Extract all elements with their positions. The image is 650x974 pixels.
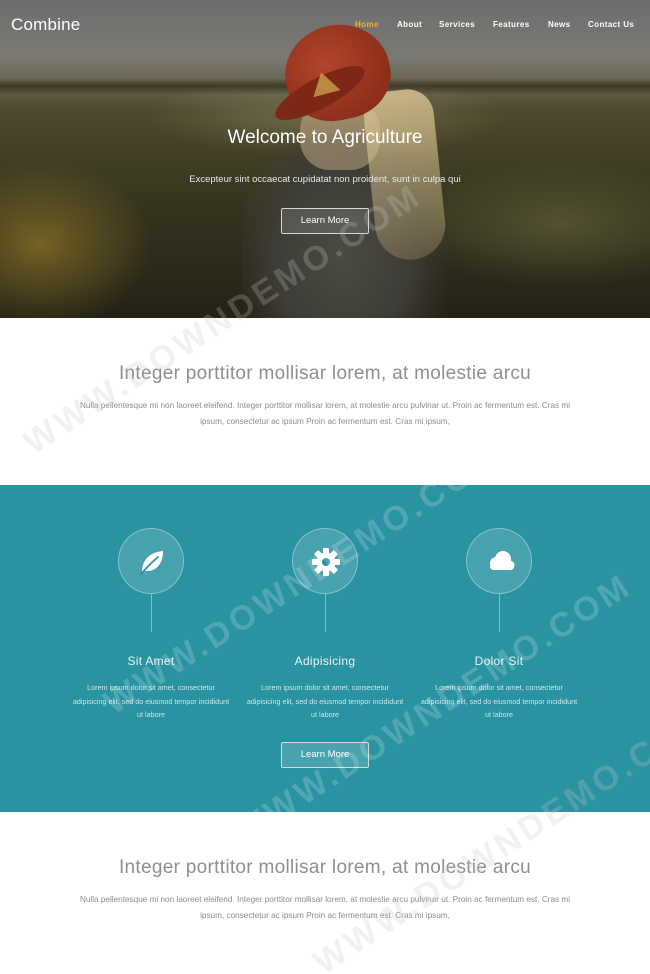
nav-contact-us[interactable]: Contact Us <box>588 20 634 29</box>
feature-title: Adipisicing <box>294 654 356 668</box>
brand-logo[interactable]: Combine <box>11 15 80 35</box>
nav-home[interactable]: Home <box>355 20 379 29</box>
features-learn-more-button[interactable]: Learn More <box>281 742 369 768</box>
feature-icon-circle <box>118 528 184 594</box>
nav-services[interactable]: Services <box>439 20 475 29</box>
feature-text: Lorem ipsum dolor sit amet, consectetur … <box>246 683 404 719</box>
nav-about[interactable]: About <box>397 20 422 29</box>
intro-title: Integer porttitor mollisar lorem, at mol… <box>118 363 532 384</box>
feature-connector-line <box>498 594 500 632</box>
feature-title: Dolor Sit <box>474 654 524 668</box>
nav-news[interactable]: News <box>548 20 571 29</box>
hero-subtitle: Excepteur sint occaecat cupidatat non pr… <box>189 174 461 185</box>
outro-text: Nulla pellentesque mi non laoreet eleife… <box>79 895 571 920</box>
features-section: Sit Amet Lorem ipsum dolor sit amet, con… <box>0 485 650 812</box>
feature-text: Lorem ipsum dolor sit amet, consectetur … <box>420 683 578 719</box>
hero-learn-more-button[interactable]: Learn More <box>281 208 369 234</box>
feature-icon-circle <box>292 528 358 594</box>
feature-connector-line <box>150 594 152 632</box>
hero-title: Welcome to Agriculture <box>227 127 423 148</box>
feature-connector-line <box>324 594 326 632</box>
hero-banner: Combine Home About Services Features New… <box>0 0 650 318</box>
outro-title: Integer porttitor mollisar lorem, at mol… <box>118 857 532 878</box>
nav-features[interactable]: Features <box>493 20 530 29</box>
intro-text: Nulla pellentesque mi non laoreet eleife… <box>79 401 571 426</box>
feature-icon-circle <box>466 528 532 594</box>
feature-title: Sit Amet <box>127 654 175 668</box>
feature-text: Lorem ipsum dolor sit amet, consectetur … <box>72 683 230 719</box>
navbar: Combine Home About Services Features New… <box>0 0 650 50</box>
